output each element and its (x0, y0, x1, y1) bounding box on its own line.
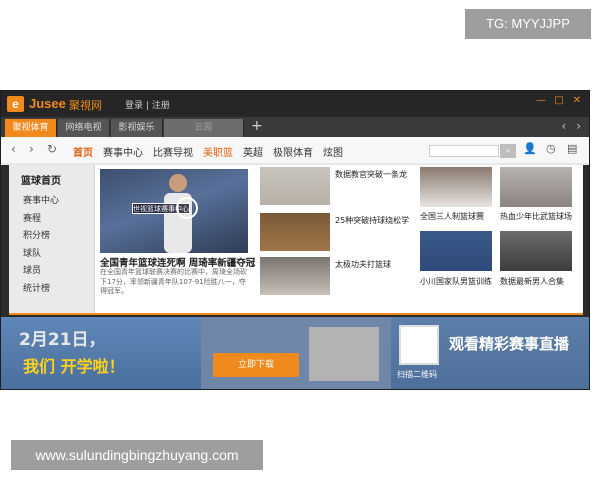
banner-mid: 立即下载 (201, 317, 391, 389)
tab-sports[interactable]: 聚视体育 (5, 119, 57, 137)
banner-live-text[interactable]: 观看精彩赛事直播 (449, 333, 569, 354)
thumb-video[interactable] (500, 167, 572, 207)
close-icon[interactable]: ✕ (571, 95, 583, 107)
hero-title[interactable]: 全国青年篮球连死啊 周琦率新疆夺冠 (100, 255, 258, 269)
nav-home[interactable]: 首页 (73, 144, 93, 159)
tab-strip: 聚视体育 网络电视 影视娱乐 云霞 + ‹ › (1, 117, 589, 137)
play-icon[interactable] (176, 197, 198, 219)
minimize-icon[interactable]: — (535, 95, 547, 107)
thumb-caption[interactable]: 热血少年比武篮球场 (500, 211, 572, 222)
banner-left[interactable]: 2月21日， 我们 开学啦！ (1, 317, 201, 389)
hero-image[interactable]: 世视篮球赛事中心 (100, 169, 248, 253)
thumb-video[interactable] (260, 167, 330, 205)
nav-extreme[interactable]: 极限体育 (273, 144, 313, 159)
content-panel: 篮球首页 赛事中心 赛程 积分榜 球队 球员 统计榜 世视篮球赛事中心 全国青年… (9, 165, 583, 315)
sidebar: 篮球首页 赛事中心 赛程 积分榜 球队 球员 统计榜 (9, 165, 95, 313)
nav-gallery[interactable]: 炫图 (323, 144, 343, 159)
promo-banner: 2月21日， 我们 开学啦！ 立即下载 扫描二维码 观看精彩赛事直播 (1, 317, 589, 389)
search-input[interactable] (429, 145, 499, 157)
nav-guide[interactable]: 比赛导视 (153, 144, 193, 159)
separator: | (145, 101, 149, 111)
thumb-video[interactable] (420, 167, 492, 207)
sidebar-item-players[interactable]: 球员 (23, 263, 59, 281)
tab-prev-icon[interactable]: ‹ (561, 119, 566, 133)
thumb-video[interactable] (420, 231, 492, 271)
tab-scroll: ‹ › (561, 119, 581, 133)
tab-next-icon[interactable]: › (576, 119, 581, 133)
thumb-caption[interactable]: 小川国家队男篮训练 (420, 276, 492, 287)
sidebar-list: 赛事中心 赛程 积分榜 球队 球员 统计榜 (23, 193, 59, 298)
nav-epl[interactable]: 英超 (243, 144, 263, 159)
sidebar-title: 篮球首页 (21, 176, 61, 187)
app-logo-icon: e (7, 96, 24, 112)
window-controls: — □ ✕ (535, 95, 583, 107)
title-bar: e Jusee 聚視网 登录 | 注册 — □ ✕ (1, 91, 589, 117)
forward-icon[interactable]: › (29, 142, 34, 156)
nav-bar: ‹ › ↻ 首页 赛事中心 比赛导视 美职篮 英超 极限体育 炫图 ⌕ 👤 ◷ … (1, 137, 589, 165)
watermark-tg: TG: MYYJJPP (465, 9, 591, 39)
tab-extra[interactable]: 云霞 (164, 119, 244, 137)
sidebar-item-standings[interactable]: 积分榜 (23, 228, 59, 246)
nav-menu: 首页 赛事中心 比赛导视 美职篮 英超 极限体育 炫图 (73, 144, 343, 159)
sidebar-item-stats[interactable]: 统计榜 (23, 281, 59, 299)
download-button[interactable]: 立即下载 (213, 353, 299, 377)
app-brand: Jusee (29, 96, 66, 111)
qr-label: 扫描二维码 (397, 370, 437, 379)
account-links: 登录 | 注册 (125, 98, 170, 111)
add-tab-icon[interactable]: + (251, 118, 263, 134)
sidebar-item-schedule[interactable]: 赛程 (23, 211, 59, 229)
user-icon[interactable]: 👤 (523, 142, 537, 155)
refresh-icon[interactable]: ↻ (47, 142, 57, 156)
browser-window: e Jusee 聚視网 登录 | 注册 — □ ✕ 聚视体育 网络电视 影视娱乐… (0, 90, 590, 390)
login-link[interactable]: 登录 (125, 101, 143, 111)
thumb-video[interactable] (500, 231, 572, 271)
maximize-icon[interactable]: □ (553, 95, 565, 107)
banner-slogan: 我们 开学啦！ (23, 357, 125, 376)
watermark-url: www.sulundingbingzhuyang.com (11, 440, 263, 470)
sidebar-item-teams[interactable]: 球队 (23, 246, 59, 264)
menu-icon[interactable]: ▤ (567, 142, 577, 155)
nav-events[interactable]: 赛事中心 (103, 144, 143, 159)
thumb-video[interactable] (260, 213, 330, 251)
search-icon[interactable]: ⌕ (500, 144, 516, 158)
banner-image (309, 327, 379, 381)
tab-network-tv[interactable]: 网络电视 (58, 119, 110, 137)
thumb-caption[interactable]: 数据教官突破一条龙 (335, 169, 407, 180)
thumb-video[interactable] (260, 257, 330, 295)
hero-desc: 在全国青年篮球联赛决赛的比赛中，周琦全场砍下17分，率领新疆青年队107-91险… (100, 268, 247, 295)
tab-entertainment[interactable]: 影视娱乐 (111, 119, 163, 137)
history-icon[interactable]: ◷ (546, 142, 556, 155)
back-icon[interactable]: ‹ (11, 142, 16, 156)
banner-right: 扫描二维码 观看精彩赛事直播 (391, 317, 589, 389)
register-link[interactable]: 注册 (152, 101, 170, 111)
app-brand-sub: 聚視网 (69, 99, 102, 112)
qr-code-icon (399, 325, 439, 365)
thumb-caption[interactable]: 数据最新男人合集 (500, 276, 564, 287)
nav-nba[interactable]: 美职篮 (203, 144, 233, 159)
sidebar-item-events[interactable]: 赛事中心 (23, 193, 59, 211)
banner-date: 2月21日， (19, 330, 106, 350)
thumb-caption[interactable]: 太极功夫打篮球 (335, 259, 391, 270)
thumb-caption[interactable]: 25种突破持球绕松学 (335, 215, 409, 226)
thumb-caption[interactable]: 全国三人制篮球赛 (420, 211, 484, 222)
